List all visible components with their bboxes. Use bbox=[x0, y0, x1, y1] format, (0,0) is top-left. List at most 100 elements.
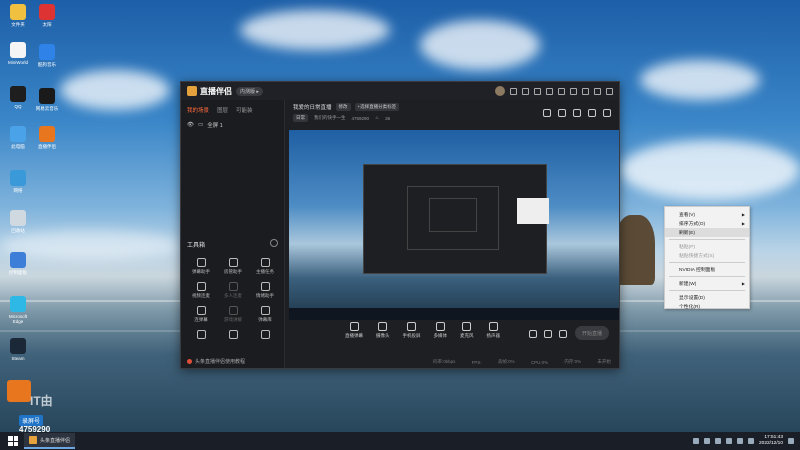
settings-icon[interactable] bbox=[558, 87, 565, 95]
tab-other[interactable]: 可能装 bbox=[236, 106, 253, 114]
network-icon[interactable] bbox=[725, 438, 732, 444]
tool-button[interactable]: 视频连麦 bbox=[185, 282, 217, 299]
category-chip[interactable]: 日常 bbox=[293, 114, 308, 122]
doc-icon bbox=[10, 42, 26, 58]
info-icon bbox=[187, 359, 192, 364]
lock-icon[interactable] bbox=[558, 109, 566, 117]
category-tag-button[interactable]: +选择直播分类标签 bbox=[354, 103, 400, 111]
minimize-icon[interactable] bbox=[582, 87, 589, 95]
start-live-button[interactable]: 开始直播 bbox=[575, 326, 609, 340]
context-menu-item[interactable]: 新建(W) ▶ bbox=[665, 279, 749, 288]
desktop-shortcut[interactable]: Steam bbox=[4, 338, 32, 361]
eye-toggle-icon[interactable] bbox=[544, 330, 552, 338]
desktop-shortcut[interactable]: 控制面板 bbox=[4, 252, 32, 275]
control-button[interactable]: 扬声器 bbox=[487, 322, 500, 339]
tool-button[interactable]: 弹幕库 bbox=[249, 306, 281, 323]
tool-label: 弹幕助手 bbox=[192, 269, 210, 274]
avatar[interactable] bbox=[495, 86, 505, 96]
status-item: 丢帧:0% bbox=[497, 359, 515, 364]
volume-icon[interactable] bbox=[736, 438, 743, 444]
close-icon[interactable] bbox=[606, 87, 613, 95]
screen-icon[interactable] bbox=[534, 87, 541, 95]
tool-button[interactable] bbox=[185, 330, 217, 341]
gift-icon[interactable] bbox=[543, 109, 551, 117]
bell-icon[interactable] bbox=[588, 109, 596, 117]
tool-icon bbox=[260, 330, 270, 339]
folder-icon bbox=[10, 4, 26, 20]
desktop-shortcut[interactable]: 文件夹 bbox=[4, 4, 32, 27]
control-button[interactable]: 摄像头 bbox=[376, 322, 390, 339]
desktop-shortcut[interactable]: 直播伴侣 bbox=[33, 126, 61, 149]
record-icon[interactable] bbox=[529, 330, 537, 338]
help-icon[interactable] bbox=[270, 239, 278, 247]
preview-canvas[interactable] bbox=[289, 130, 619, 320]
tool-button[interactable]: 情绪助手 bbox=[249, 282, 281, 299]
tool-button[interactable] bbox=[217, 330, 249, 341]
tool-button[interactable]: 多人连麦 bbox=[217, 282, 249, 299]
context-menu-item[interactable]: NVIDIA 控制面板 bbox=[665, 265, 749, 274]
skin-icon[interactable] bbox=[546, 87, 553, 95]
tray-app-icon[interactable] bbox=[692, 438, 699, 444]
notification-icon[interactable] bbox=[788, 438, 794, 444]
ime-icon[interactable] bbox=[747, 438, 754, 444]
tutorial-link[interactable]: 头条直播伴侣使用教程 bbox=[187, 358, 245, 365]
menu-icon[interactable] bbox=[570, 87, 577, 95]
desktop-shortcut[interactable]: Microsoft Edge bbox=[4, 296, 32, 324]
tool-button[interactable]: 弹幕助手 bbox=[185, 258, 217, 275]
live-controls: 直播弹幕 摄像头 手机投屏 多媒体 麦克风 扬声器 bbox=[345, 322, 500, 339]
desktop-shortcut-label: Steam bbox=[11, 356, 25, 361]
desktop-shortcut[interactable]: 网络 bbox=[4, 170, 32, 193]
start-button[interactable] bbox=[6, 434, 20, 448]
message-icon[interactable] bbox=[522, 87, 529, 95]
scene-item[interactable]: 👁 ▭ 全屏 1 bbox=[181, 118, 284, 132]
tray-app-icon[interactable] bbox=[703, 438, 710, 444]
tool-button[interactable]: 游戏讲解 bbox=[217, 306, 249, 323]
tool-icon bbox=[196, 330, 206, 339]
context-menu-item[interactable]: 排序方式(O) ▶ bbox=[665, 219, 749, 228]
tab-my-scenes[interactable]: 我的场景 bbox=[187, 106, 209, 114]
maximize-icon[interactable] bbox=[594, 87, 601, 95]
tool-icon bbox=[260, 306, 270, 315]
desktop-shortcut[interactable]: 酷狗音乐 bbox=[33, 44, 61, 67]
desktop-shortcut-label: 此电脑 bbox=[11, 144, 25, 149]
desktop-shortcut[interactable]: MiniWorld bbox=[4, 42, 32, 65]
version-badge[interactable]: 内测版 ▸ bbox=[236, 86, 263, 96]
desktop-shortcut[interactable]: QQ bbox=[4, 86, 32, 109]
live-companion-window[interactable]: 直播伴侣 内测版 ▸ 我的场景 图层 可能装 👁 ▭ 全屏 1 工具箱 弹幕助手… bbox=[180, 81, 620, 369]
eye-icon[interactable]: 👁 bbox=[187, 122, 194, 128]
desktop-context-menu[interactable]: 查看(V) ▶ 排序方式(O) ▶ 刷新(E) 粘贴(P) 粘贴快捷方式(S) NVIDIA … bbox=[664, 206, 750, 311]
refresh-icon[interactable] bbox=[510, 87, 517, 95]
tool-button[interactable]: 连弹幕 bbox=[185, 306, 217, 323]
control-button[interactable]: 手机投屏 bbox=[403, 322, 421, 339]
desktop-shortcut[interactable]: 太阳 bbox=[33, 4, 61, 27]
tool-label: 主播任务 bbox=[256, 269, 274, 274]
desktop-shortcut[interactable]: 回收站 bbox=[4, 210, 32, 233]
control-button[interactable]: 直播弹幕 bbox=[345, 322, 363, 339]
desktop-shortcut-label: QQ bbox=[14, 104, 22, 109]
control-button[interactable]: 麦克风 bbox=[460, 322, 474, 339]
taskbar-app-live[interactable]: 头条直播伴侣 bbox=[24, 433, 76, 449]
context-menu-item[interactable]: 刷新(E) bbox=[665, 228, 749, 237]
nested-context-menu bbox=[517, 198, 549, 224]
share-icon[interactable] bbox=[603, 109, 611, 117]
tab-layers[interactable]: 图层 bbox=[217, 106, 228, 114]
clock[interactable]: 17:51:43 2022/12/10 bbox=[759, 435, 783, 447]
desktop-shortcut-label: 酷狗音乐 bbox=[38, 62, 56, 67]
tool-button[interactable]: 房管助手 bbox=[217, 258, 249, 275]
desktop-shortcut[interactable]: 此电脑 bbox=[4, 126, 32, 149]
layout-icon[interactable] bbox=[573, 109, 581, 117]
edit-title-button[interactable]: 修改 bbox=[335, 103, 351, 111]
tool-icon bbox=[196, 282, 206, 291]
context-menu-item[interactable]: 查看(V) ▶ bbox=[665, 210, 749, 219]
tool-button[interactable] bbox=[249, 330, 281, 341]
context-menu-item[interactable]: 显示设置(D) bbox=[665, 293, 749, 302]
chevron-up-icon[interactable] bbox=[714, 438, 721, 444]
desktop-shortcut[interactable]: 网易云音乐 bbox=[33, 88, 61, 111]
toolbox-title: 工具箱 bbox=[187, 243, 206, 249]
context-menu-item[interactable]: 个性化(R) bbox=[665, 302, 749, 311]
window-titlebar[interactable]: 直播伴侣 内测版 ▸ bbox=[181, 82, 619, 100]
gear-icon[interactable] bbox=[559, 330, 567, 338]
control-button[interactable]: 多媒体 bbox=[434, 322, 447, 339]
desktop-shortcut-label: 网易云音乐 bbox=[35, 106, 59, 111]
tool-button[interactable]: 主播任务 bbox=[249, 258, 281, 275]
